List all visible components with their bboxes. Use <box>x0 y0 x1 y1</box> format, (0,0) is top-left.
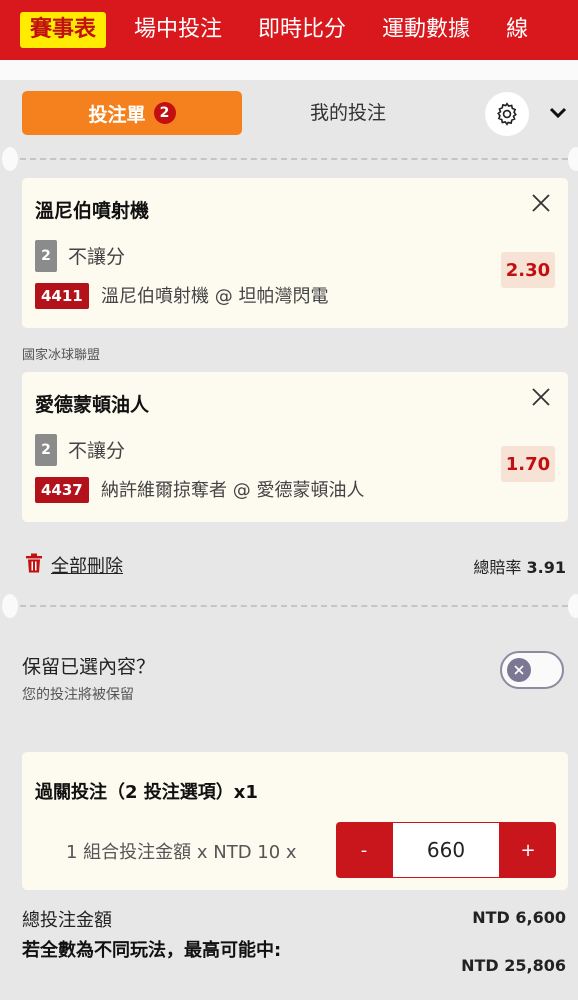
decrease-button[interactable]: - <box>336 822 392 878</box>
max-win-label: 若全數為不同玩法，最高可能中: <box>22 940 282 961</box>
selection-card: 愛德蒙頓油人 2 不讓分 1.70 4437 納許維爾掠奪者 @ 愛德蒙頓油人 <box>22 372 568 522</box>
close-icon[interactable] <box>528 384 554 410</box>
trash-icon <box>25 553 43 578</box>
gear-icon[interactable] <box>485 92 529 136</box>
x-icon <box>507 658 531 682</box>
close-icon[interactable] <box>528 190 554 216</box>
stake-input[interactable] <box>393 823 499 877</box>
tab-my-bets[interactable]: 我的投注 <box>310 91 386 135</box>
keep-selections-subtitle: 您的投注將被保留 <box>22 687 134 703</box>
parlay-card: 過關投注（2 投注選項）x1 1 組合投注金額 x NTD 10 x - + <box>22 752 568 890</box>
ticket-notch <box>2 594 18 618</box>
delete-all-button[interactable]: 全部刪除 <box>25 552 123 578</box>
leg-number: 2 <box>35 434 57 466</box>
tab-sports-stats[interactable]: 運動數據 <box>382 12 470 48</box>
total-odds-value: 3.91 <box>526 558 566 577</box>
total-stake-label: 總投注金額 <box>22 910 112 931</box>
parlay-title: 過關投注（2 投注選項）x1 <box>35 782 258 803</box>
divider <box>10 158 578 160</box>
stake-stepper: - + <box>336 822 556 878</box>
match-code: 4437 <box>35 477 89 503</box>
selection-team: 溫尼伯噴射機 <box>35 200 150 222</box>
tab-betslip[interactable]: 投注單 2 <box>22 91 242 135</box>
delete-all-label: 全部刪除 <box>51 556 123 577</box>
chevron-down-icon[interactable] <box>545 100 571 126</box>
ticket-notch <box>568 594 578 618</box>
selection-market: 不讓分 <box>68 246 126 268</box>
betslip-label: 投注單 <box>88 103 146 126</box>
unit-stake-text: 1 組合投注金額 x NTD 10 x <box>66 842 297 863</box>
match-name: 納許維爾掠奪者 @ 愛德蒙頓油人 <box>101 480 365 501</box>
tab-schedule[interactable]: 賽事表 <box>20 12 107 48</box>
betslip-count-badge: 2 <box>153 102 176 124</box>
divider <box>10 605 578 607</box>
total-stake-value: NTD 6,600 <box>472 908 566 927</box>
ticket-notch <box>568 147 578 171</box>
match-name: 溫尼伯噴射機 @ 坦帕灣閃電 <box>101 286 329 307</box>
selection-card: 溫尼伯噴射機 2 不讓分 2.30 4411 溫尼伯噴射機 @ 坦帕灣閃電 <box>22 178 568 328</box>
top-nav: 賽事表 場中投注 即時比分 運動數據 線 <box>0 0 578 60</box>
tab-more[interactable]: 線 <box>506 12 528 48</box>
selection-market: 不讓分 <box>68 440 126 462</box>
keep-selections-title: 保留已選內容？ <box>22 656 156 678</box>
selection-odds: 1.70 <box>501 446 555 482</box>
selection-team: 愛德蒙頓油人 <box>35 394 150 416</box>
increase-button[interactable]: + <box>500 822 556 878</box>
ticket-notch <box>2 147 18 171</box>
tab-live-scores[interactable]: 即時比分 <box>258 12 346 48</box>
league-label: 國家冰球聯盟 <box>22 348 101 363</box>
spacer <box>0 60 578 80</box>
leg-number: 2 <box>35 240 57 272</box>
selection-odds: 2.30 <box>501 252 555 288</box>
keep-selections-toggle[interactable] <box>500 651 564 689</box>
betslip-header: 投注單 2 我的投注 <box>10 80 578 152</box>
tab-live-betting[interactable]: 場中投注 <box>134 12 222 48</box>
match-code: 4411 <box>35 283 89 309</box>
max-win-value: NTD 25,806 <box>461 956 566 975</box>
total-odds: 總賠率 3.91 <box>473 554 566 578</box>
total-odds-label: 總賠率 <box>473 558 522 577</box>
